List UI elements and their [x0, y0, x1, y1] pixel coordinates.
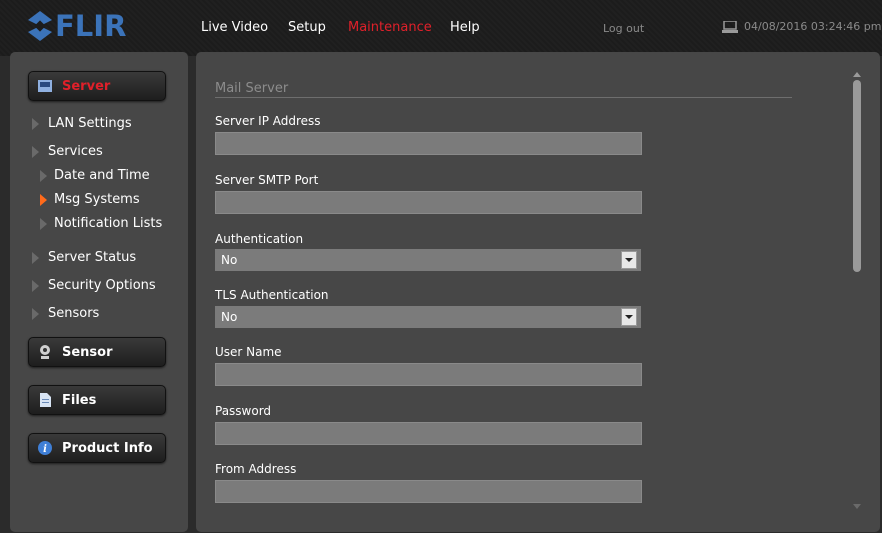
nav-help[interactable]: Help: [450, 20, 480, 35]
triangle-right-icon: [32, 145, 39, 158]
webcam-icon: [38, 345, 52, 359]
authentication-value: No: [221, 253, 238, 267]
sidebar-item-label: Notification Lists: [54, 216, 163, 231]
sensor-button[interactable]: Sensor: [28, 337, 166, 367]
chevron-down-icon[interactable]: [621, 308, 637, 326]
sidebar-item-security-options[interactable]: Security Options: [32, 278, 156, 293]
flir-logo-text: FLIR: [55, 9, 127, 43]
triangle-right-selected-icon: [40, 193, 47, 206]
nav-live-video[interactable]: Live Video: [201, 20, 268, 35]
sidebar-item-label: Date and Time: [54, 168, 150, 183]
logout-link[interactable]: Log out: [603, 22, 644, 35]
flir-diamond-icon: [28, 11, 52, 41]
tls-authentication-select[interactable]: No: [215, 306, 641, 328]
server-ip-label: Server IP Address: [215, 114, 321, 128]
sensor-button-label: Sensor: [62, 344, 113, 360]
sidebar-item-services[interactable]: Services: [32, 144, 103, 159]
product-info-button[interactable]: i Product Info: [28, 433, 166, 463]
nav-setup[interactable]: Setup: [288, 20, 326, 35]
sidebar-item-sensors[interactable]: Sensors: [32, 306, 99, 321]
smtp-port-input[interactable]: [215, 191, 642, 214]
sidebar-item-label: Sensors: [48, 306, 100, 321]
server-icon: [38, 79, 52, 93]
sidebar-item-label: Msg Systems: [54, 192, 140, 207]
top-bar: FLIR Live Video Setup Maintenance Help L…: [0, 0, 882, 56]
sidebar-item-server-status[interactable]: Server Status: [32, 250, 136, 265]
triangle-right-icon: [40, 169, 47, 182]
scroll-up-arrow-icon[interactable]: [853, 72, 861, 77]
password-label: Password: [215, 404, 272, 418]
tls-authentication-label: TLS Authentication: [215, 288, 329, 302]
sidebar-item-label: Security Options: [48, 278, 156, 293]
sidebar: Server LAN Settings Services Date and Ti…: [10, 52, 188, 532]
triangle-right-icon: [32, 279, 39, 292]
datetime-text: 04/08/2016 03:24:46 pm: [744, 20, 882, 33]
document-icon: [38, 393, 52, 407]
sidebar-item-notification-lists[interactable]: Notification Lists: [40, 216, 162, 231]
section-divider: [215, 97, 792, 98]
sidebar-item-label: LAN Settings: [48, 116, 132, 131]
username-label: User Name: [215, 345, 282, 359]
files-button-label: Files: [62, 392, 97, 408]
authentication-select[interactable]: No: [215, 249, 641, 271]
computer-icon: [722, 19, 738, 33]
vertical-scrollbar[interactable]: [850, 72, 864, 522]
sidebar-item-date-and-time[interactable]: Date and Time: [40, 168, 150, 183]
sidebar-item-label: Server Status: [48, 250, 137, 265]
content-panel: Mail Server Server IP Address Server SMT…: [196, 52, 880, 532]
clock: 04/08/2016 03:24:46 pm: [722, 19, 882, 33]
sidebar-item-lan-settings[interactable]: LAN Settings: [32, 116, 132, 131]
sidebar-item-label: Services: [48, 144, 103, 159]
flir-logo: FLIR: [28, 8, 126, 44]
server-button-label: Server: [62, 78, 111, 94]
smtp-port-label: Server SMTP Port: [215, 173, 319, 187]
scrollbar-thumb[interactable]: [853, 80, 861, 272]
server-button[interactable]: Server: [28, 71, 166, 101]
triangle-right-icon: [40, 217, 47, 230]
sidebar-item-msg-systems[interactable]: Msg Systems: [40, 192, 140, 207]
svg-text:i: i: [43, 444, 47, 455]
server-ip-input[interactable]: [215, 132, 642, 155]
product-info-button-label: Product Info: [62, 440, 153, 456]
authentication-label: Authentication: [215, 232, 304, 246]
password-input[interactable]: [215, 422, 642, 445]
chevron-down-icon[interactable]: [621, 251, 637, 269]
triangle-right-icon: [32, 307, 39, 320]
files-button[interactable]: Files: [28, 385, 166, 415]
scroll-down-arrow-icon[interactable]: [853, 504, 861, 509]
section-title: Mail Server: [215, 81, 289, 96]
triangle-right-icon: [32, 117, 39, 130]
triangle-right-icon: [32, 251, 39, 264]
username-input[interactable]: [215, 363, 642, 386]
tls-authentication-value: No: [221, 310, 238, 324]
nav-maintenance[interactable]: Maintenance: [348, 20, 432, 35]
from-address-input[interactable]: [215, 480, 642, 503]
from-address-label: From Address: [215, 462, 297, 476]
info-icon: i: [38, 441, 52, 455]
